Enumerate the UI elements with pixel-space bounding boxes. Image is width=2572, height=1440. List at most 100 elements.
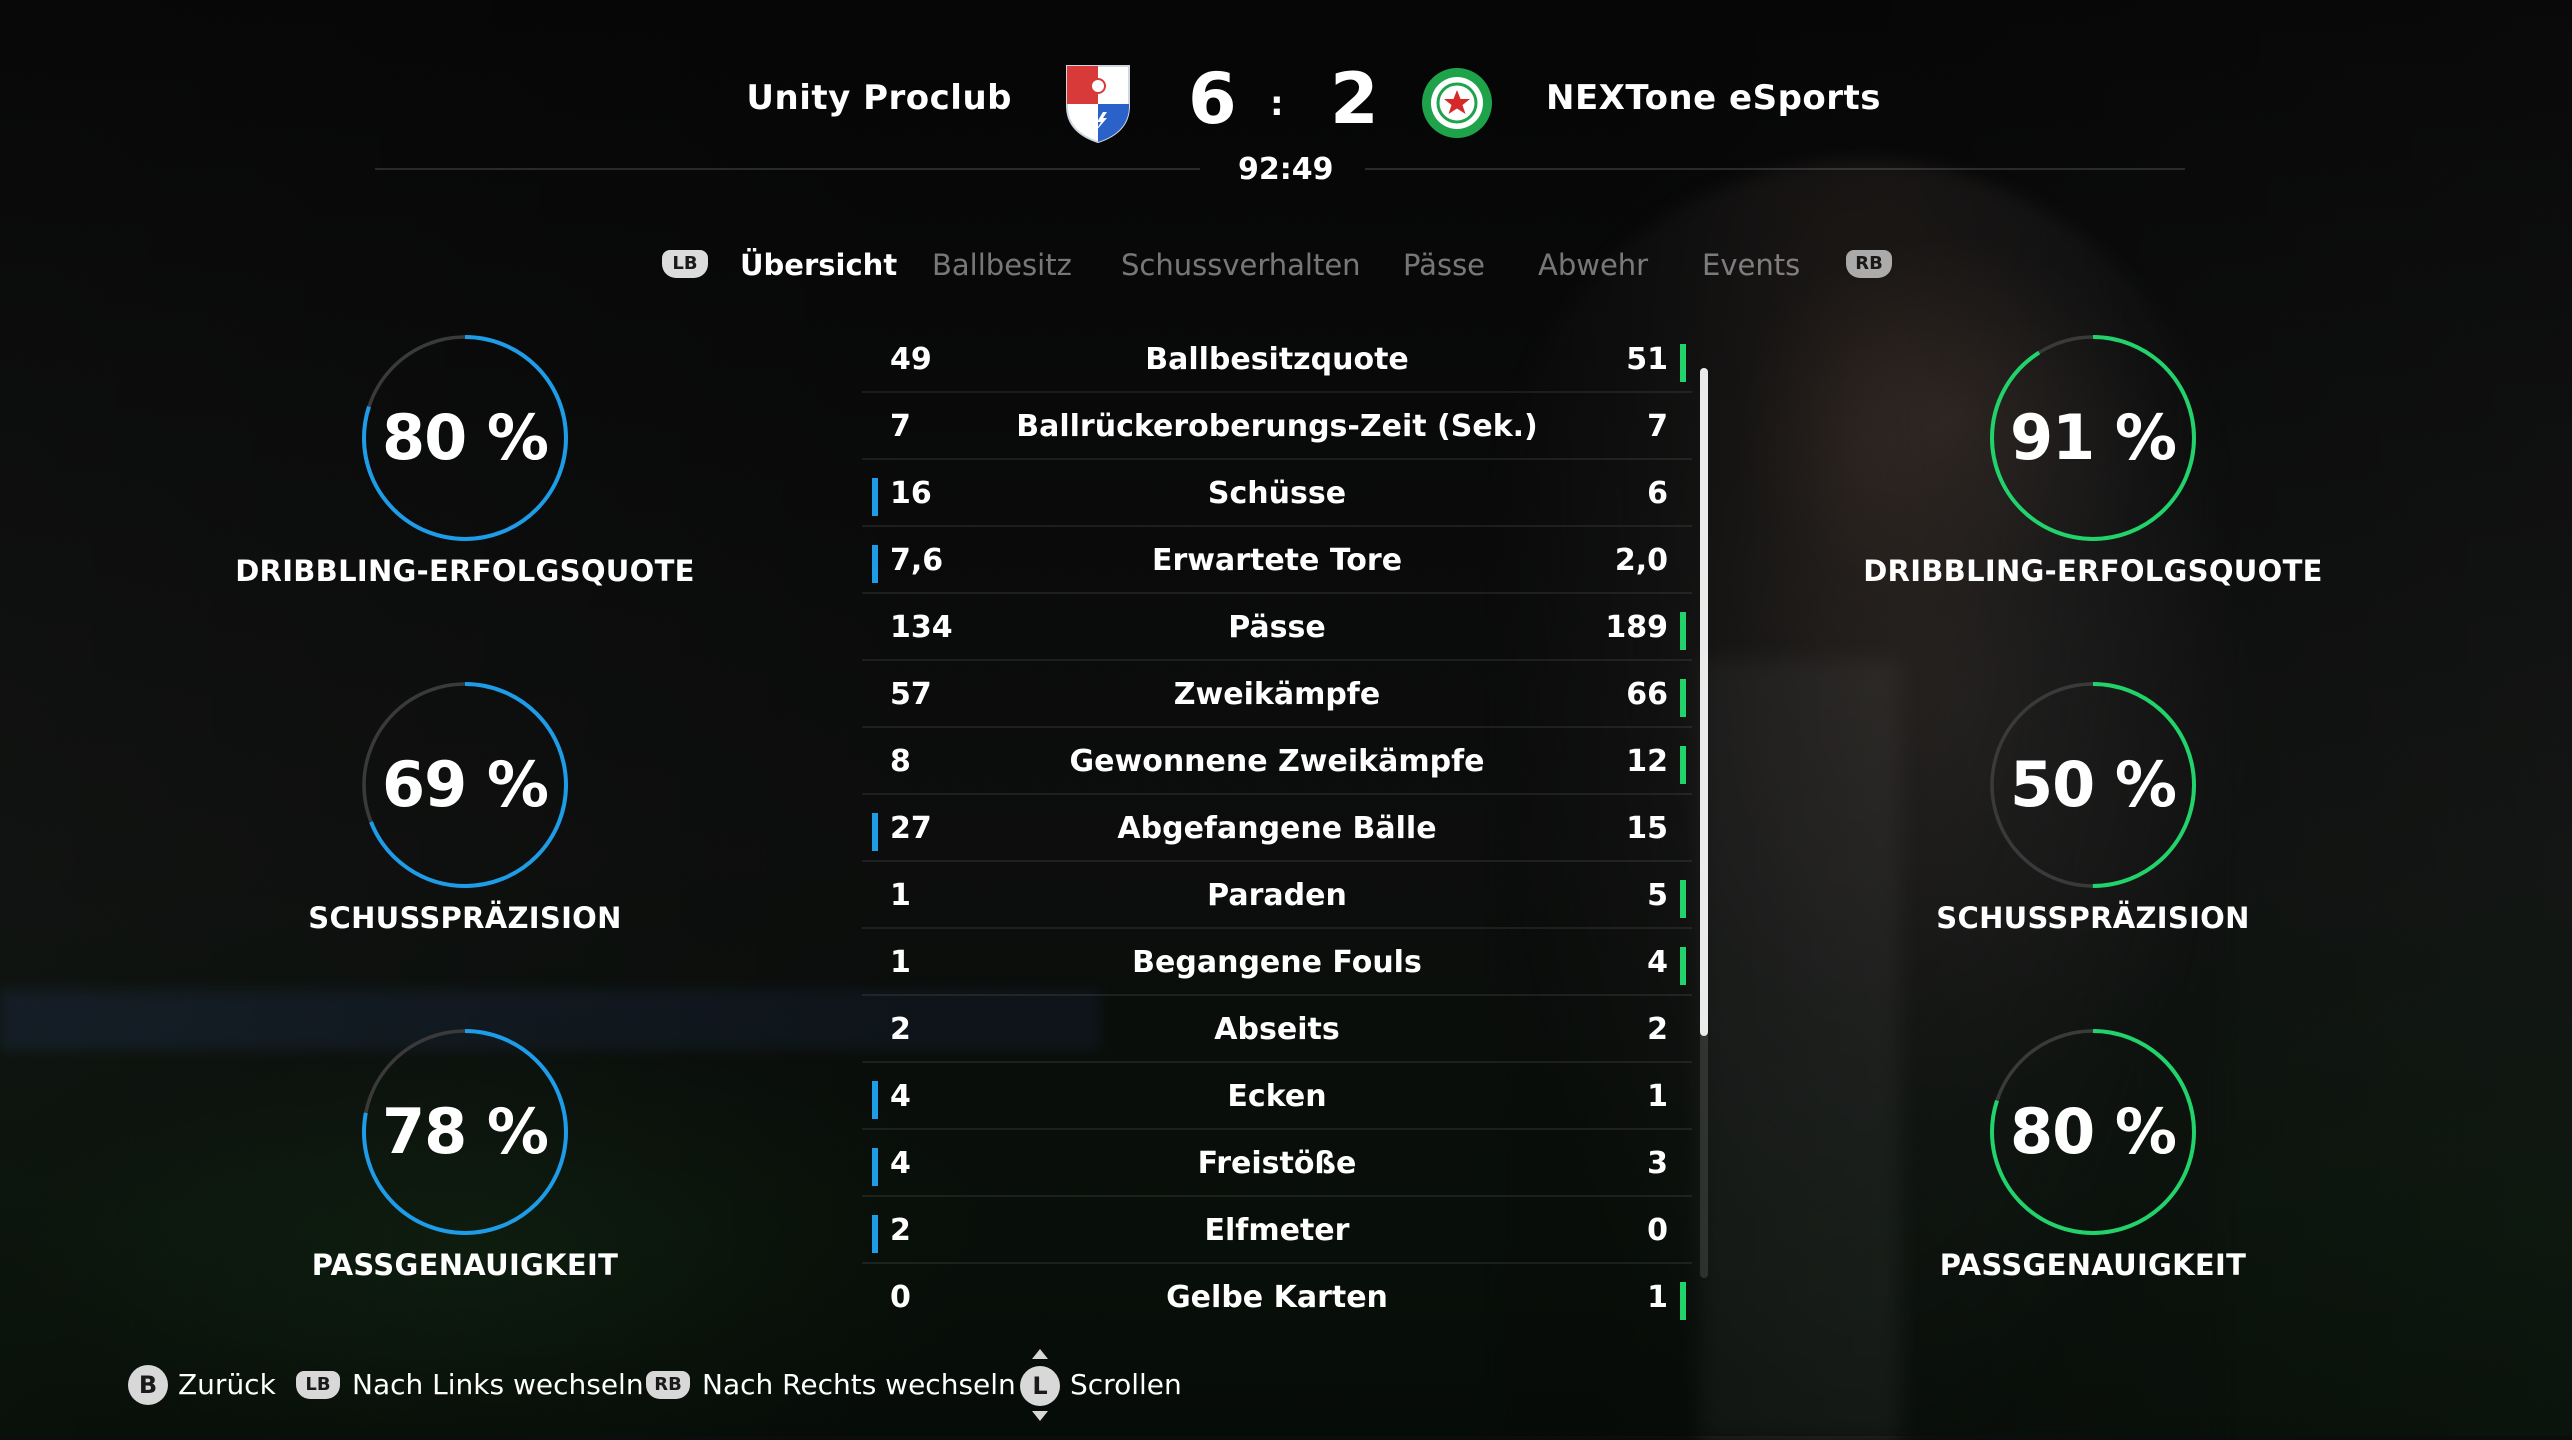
stat-away-value: 6 [1647, 476, 1668, 511]
arrow-up-icon [1032, 1349, 1048, 1359]
home-dribbling-value: 80 % [382, 401, 549, 474]
arrow-down-icon [1032, 1411, 1048, 1421]
tab-events[interactable]: Events [1702, 248, 1800, 282]
stats-scrollbar-thumb[interactable] [1700, 368, 1708, 1036]
stat-away-value: 0 [1647, 1213, 1668, 1248]
stat-home-value: 27 [890, 811, 932, 846]
tab-abwehr[interactable]: Abwehr [1538, 248, 1648, 282]
stat-name: Gewonnene Zweikämpfe [1069, 744, 1485, 779]
home-team-name: Unity Proclub [746, 78, 1012, 118]
away-score: 2 [1330, 58, 1379, 140]
background-shirt [1700, 660, 1900, 1440]
away-lead-bar [1680, 679, 1686, 717]
match-clock: 92:49 [1238, 152, 1334, 187]
b-button-icon: B [128, 1365, 168, 1405]
left-stick-icon: L [1020, 1349, 1060, 1421]
away-shot-accuracy-value: 50 % [2010, 748, 2177, 821]
stat-row: 1 Begangene Fouls 4 [862, 929, 1692, 996]
stat-home-value: 16 [890, 476, 932, 511]
switch-right-control[interactable]: RB Nach Rechts wechseln [646, 1364, 1016, 1404]
stat-row: 7 Ballrückeroberungs-Zeit (Sek.) 7 [862, 393, 1692, 460]
stat-name: Paraden [1207, 878, 1347, 913]
stat-away-value: 66 [1626, 677, 1668, 712]
rb-button-icon: RB [646, 1371, 690, 1399]
stat-row: 4 Freistöße 3 [862, 1130, 1692, 1197]
stat-away-value: 2,0 [1614, 543, 1668, 578]
stat-away-value: 15 [1626, 811, 1668, 846]
home-lead-bar [872, 1081, 878, 1119]
match-stats-table[interactable]: 49 Ballbesitzquote 51 7 Ballrückeroberungs-… [862, 326, 1692, 1329]
scroll-label: Scrollen [1070, 1368, 1182, 1401]
home-lead-bar [872, 545, 878, 583]
red-white-blue-shield-crest-icon [1063, 60, 1133, 144]
home-pass-accuracy-label: PASSGENAUIGKEIT [311, 1248, 619, 1282]
stat-row: 8 Gewonnene Zweikämpfe 12 [862, 728, 1692, 795]
away-shot-accuracy-label: SCHUSSPRÄZISION [1936, 901, 2250, 935]
tab-paesse[interactable]: Pässe [1403, 248, 1485, 282]
tab-ballbesitz[interactable]: Ballbesitz [932, 248, 1072, 282]
header-divider-right [1365, 168, 2185, 170]
stat-name: Zweikämpfe [1173, 677, 1381, 712]
header-divider-left [375, 168, 1200, 170]
away-lead-bar [1680, 947, 1686, 985]
stat-name: Ballrückeroberungs-Zeit (Sek.) [1016, 409, 1538, 444]
away-lead-bar [1680, 1282, 1686, 1320]
stat-name: Abgefangene Bälle [1117, 811, 1437, 846]
away-dribbling-gauge: 91 % [1987, 332, 2199, 544]
stat-away-value: 1 [1647, 1079, 1668, 1114]
controls-footer: B Zurück LB Nach Links wechseln RB Nach Rec… [0, 1349, 2572, 1421]
away-pass-accuracy-value: 80 % [2010, 1095, 2177, 1168]
stat-name: Ecken [1227, 1079, 1327, 1114]
stat-name: Ballbesitzquote [1145, 342, 1409, 377]
stat-away-value: 12 [1626, 744, 1668, 779]
rb-button-icon[interactable]: RB [1846, 250, 1892, 278]
away-pass-accuracy-label: PASSGENAUIGKEIT [1939, 1248, 2247, 1282]
stat-row: 1 Paraden 5 [862, 862, 1692, 929]
switch-left-control[interactable]: LB Nach Links wechseln [296, 1364, 644, 1404]
stat-home-value: 2 [890, 1012, 911, 1047]
home-shot-accuracy-label: SCHUSSPRÄZISION [308, 901, 622, 935]
stat-row: 16 Schüsse 6 [862, 460, 1692, 527]
away-lead-bar [1680, 746, 1686, 784]
stat-row: 57 Zweikämpfe 66 [862, 661, 1692, 728]
home-shot-accuracy-value: 69 % [382, 748, 549, 821]
stat-name: Pässe [1228, 610, 1326, 645]
stat-row: 27 Abgefangene Bälle 15 [862, 795, 1692, 862]
switch-right-label: Nach Rechts wechseln [702, 1368, 1016, 1401]
stat-away-value: 7 [1647, 409, 1668, 444]
home-pass-accuracy-gauge: 78 % [359, 1026, 571, 1238]
stats-scrollbar[interactable] [1700, 368, 1708, 1278]
stat-home-value: 2 [890, 1213, 911, 1248]
home-shot-accuracy-gauge: 69 % [359, 679, 571, 891]
stat-home-value: 0 [890, 1280, 911, 1315]
stat-away-value: 5 [1647, 878, 1668, 913]
home-dribbling-label: DRIBBLING-ERFOLGSQUOTE [235, 554, 695, 588]
back-label: Zurück [178, 1368, 276, 1401]
switch-left-label: Nach Links wechseln [352, 1368, 644, 1401]
home-lead-bar [872, 478, 878, 516]
score-separator: : [1270, 84, 1284, 124]
home-lead-bar [872, 1148, 878, 1186]
stat-row: 134 Pässe 189 [862, 594, 1692, 661]
stat-away-value: 4 [1647, 945, 1668, 980]
away-dribbling-value: 91 % [2010, 401, 2177, 474]
away-team-name: NEXTone eSports [1546, 78, 1882, 118]
home-dribbling-gauge: 80 % [359, 332, 571, 544]
scroll-control[interactable]: L Scrollen [1020, 1349, 1182, 1421]
stat-away-value: 51 [1626, 342, 1668, 377]
away-dribbling-label: DRIBBLING-ERFOLGSQUOTE [1863, 554, 2323, 588]
lb-button-icon[interactable]: LB [662, 250, 708, 278]
tab-uebersicht[interactable]: Übersicht [740, 248, 897, 282]
stat-name: Begangene Fouls [1132, 945, 1422, 980]
back-control[interactable]: B Zurück [128, 1364, 276, 1405]
stat-row: 2 Elfmeter 0 [862, 1197, 1692, 1264]
stat-home-value: 1 [890, 878, 911, 913]
stat-home-value: 4 [890, 1146, 911, 1181]
stat-home-value: 4 [890, 1079, 911, 1114]
stat-row: 7,6 Erwartete Tore 2,0 [862, 527, 1692, 594]
tab-schussverhalten[interactable]: Schussverhalten [1121, 248, 1361, 282]
stat-home-value: 49 [890, 342, 932, 377]
home-lead-bar [872, 813, 878, 851]
stat-away-value: 1 [1647, 1280, 1668, 1315]
stat-away-value: 3 [1647, 1146, 1668, 1181]
